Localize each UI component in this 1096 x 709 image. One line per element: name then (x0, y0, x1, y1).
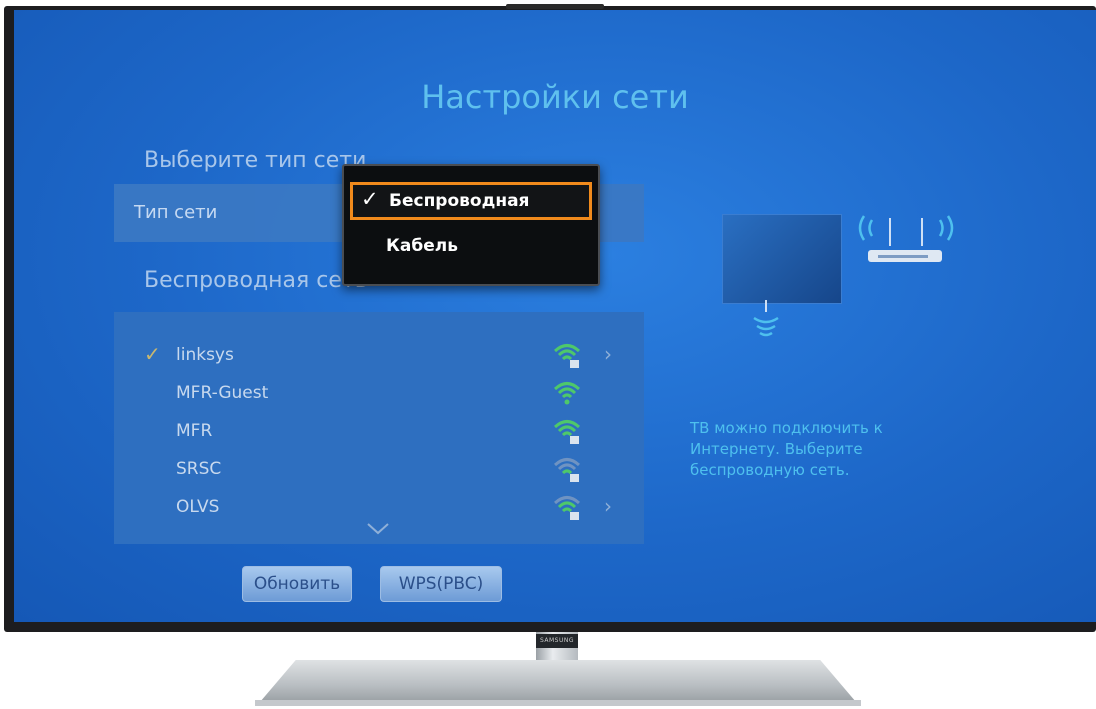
brand-logo: SAMSUNG (536, 634, 578, 648)
tv-stand-shadow (255, 700, 861, 706)
network-name: OLVS (176, 497, 220, 517)
wireless-network-heading: Беспроводная сеть (144, 268, 368, 293)
option-label: Беспроводная (389, 191, 530, 211)
router-icon (868, 250, 942, 262)
help-description: ТВ можно подключить к Интернету. Выберит… (690, 419, 883, 479)
tv-stand-base (260, 660, 856, 702)
option-label: Кабель (386, 236, 458, 256)
page-title: Настройки сети (421, 78, 689, 116)
check-icon: ✓ (361, 187, 379, 211)
network-type-heading: Выберите тип сети (144, 148, 367, 173)
tv-screen: Настройки сети Выберите тип сети Тип сет… (14, 10, 1096, 622)
wireless-network-list: ✓ linksys › MFR-Guest MFR SRSC OLVS › (114, 312, 644, 544)
tv-illustration (722, 214, 842, 304)
refresh-button[interactable]: Обновить (242, 566, 352, 602)
network-row-mfr[interactable]: MFR (114, 412, 644, 450)
chevron-right-icon[interactable]: › (604, 342, 612, 366)
option-cable[interactable]: Кабель (350, 230, 586, 266)
wireless-signal-icon (858, 215, 954, 246)
tv-wifi-signal-icon (753, 300, 779, 337)
network-type-label: Тип сети (134, 202, 218, 223)
network-name: linksys (176, 345, 234, 365)
tv-camera (506, 4, 604, 9)
network-row-srsc[interactable]: SRSC (114, 450, 644, 488)
wifi-locked-medium-icon (553, 496, 581, 520)
network-row-linksys[interactable]: ✓ linksys › (114, 336, 644, 374)
network-row-mfr-guest[interactable]: MFR-Guest (114, 374, 644, 412)
network-name: MFR (176, 421, 213, 441)
wifi-locked-strong-icon (553, 344, 581, 368)
chevron-right-icon[interactable]: › (604, 494, 612, 518)
wifi-strong-icon (553, 382, 581, 405)
wifi-locked-weak-icon (553, 458, 581, 482)
check-icon: ✓ (144, 342, 161, 366)
network-name: MFR-Guest (176, 383, 269, 403)
chevron-down-icon[interactable] (366, 520, 390, 536)
network-type-dropdown: ✓ Беспроводная Кабель (342, 164, 600, 286)
option-wireless[interactable]: ✓ Беспроводная (350, 182, 592, 220)
wifi-locked-strong-icon (553, 420, 581, 444)
network-name: SRSC (176, 459, 222, 479)
wps-pbc-button[interactable]: WPS(PBC) (380, 566, 502, 602)
